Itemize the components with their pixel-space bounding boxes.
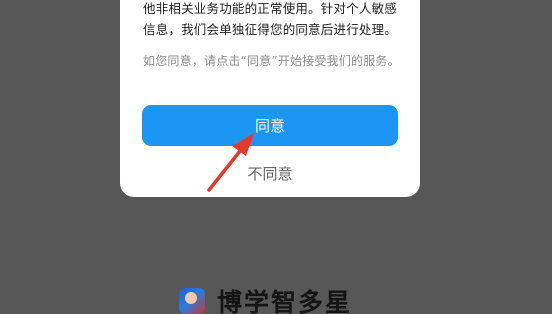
agree-button[interactable]: 同意 — [142, 105, 398, 146]
dialog-hint-text: 如您同意，请点击“同意”开始接受我们的服务。 — [143, 54, 400, 68]
privacy-consent-dialog: 他非相关业务功能的正常使用。针对个人敏感信息，我们会单独征得您的同意后进行处理。… — [120, 0, 420, 197]
dialog-body-text: 他非相关业务功能的正常使用。针对个人敏感信息，我们会单独征得您的同意后进行处理。 — [143, 1, 398, 37]
disagree-button[interactable]: 不同意 — [142, 158, 398, 188]
app-brand: 博学智多星 — [179, 283, 352, 314]
app-name: 博学智多星 — [217, 288, 353, 314]
app-logo-icon — [179, 288, 205, 314]
